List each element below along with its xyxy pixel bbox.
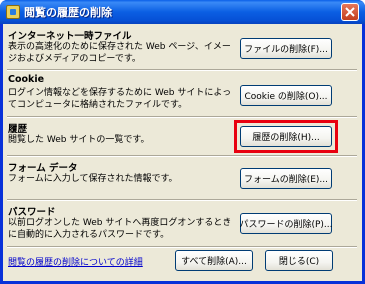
- dialog-app-icon: [6, 5, 20, 19]
- section-title: インターネット一時ファイル: [8, 31, 132, 42]
- section-divider: [7, 246, 357, 248]
- section-divider: [7, 116, 357, 118]
- section-description: ログイン情報などを保存するために Web サイトによってコンピュータに格納された…: [8, 88, 232, 110]
- delete-files-button[interactable]: ファイルの削除(F)...: [240, 38, 332, 59]
- dialog-body: インターネット一時ファイル 表示の高速化のために保存された Web ページ、イメ…: [3, 24, 362, 281]
- section-title: パスワード: [8, 207, 56, 218]
- close-icon: [345, 7, 355, 17]
- section-form-data: フォーム データ フォームに入力して保存された情報です。 フォームの削除(E).…: [7, 158, 357, 198]
- section-temporary-files: インターネット一時ファイル 表示の高速化のために保存された Web ページ、イメ…: [7, 26, 357, 70]
- delete-cookies-button[interactable]: Cookie の削除(O)...: [240, 85, 332, 106]
- delete-browsing-history-dialog: 閲覧の履歴の削除 インターネット一時ファイル 表示の高速化のために保存された W…: [0, 0, 365, 284]
- section-divider: [7, 199, 357, 201]
- section-description: 以前ログオンした Web サイトへ再度ログオンするときに自動的に入力されるパスワ…: [8, 218, 232, 240]
- delete-forms-button[interactable]: フォームの削除(E)...: [240, 168, 332, 189]
- close-button[interactable]: 閉じる(C): [265, 250, 333, 271]
- section-title: Cookie: [8, 74, 45, 85]
- window-title: 閲覧の履歴の削除: [24, 6, 112, 19]
- section-history: 履歴 閲覧した Web サイトの一覧です。 履歴の削除(H)...: [7, 119, 357, 155]
- highlight-box: [234, 120, 338, 153]
- section-title: 履歴: [8, 124, 28, 135]
- section-cookie: Cookie ログイン情報などを保存するために Web サイトによってコンピュー…: [7, 72, 357, 116]
- section-title: フォーム データ: [8, 163, 78, 174]
- title-bar: 閲覧の履歴の削除: [0, 0, 365, 24]
- delete-all-button[interactable]: すべて削除(A)...: [175, 250, 253, 271]
- section-divider: [7, 69, 357, 71]
- section-passwords: パスワード 以前ログオンした Web サイトへ再度ログオンするときに自動的に入力…: [7, 202, 357, 246]
- section-description: 表示の高速化のために保存された Web ページ、イメージおよびメディアのコピーで…: [8, 42, 231, 64]
- close-window-button[interactable]: [341, 3, 359, 21]
- help-link[interactable]: 閲覧の履歴の削除についての詳細: [8, 255, 143, 268]
- delete-passwords-button[interactable]: パスワードの削除(P)...: [239, 213, 333, 234]
- section-description: フォームに入力して保存された情報です。: [8, 174, 178, 184]
- section-divider: [7, 155, 357, 157]
- section-description: 閲覧した Web サイトの一覧です。: [8, 135, 150, 145]
